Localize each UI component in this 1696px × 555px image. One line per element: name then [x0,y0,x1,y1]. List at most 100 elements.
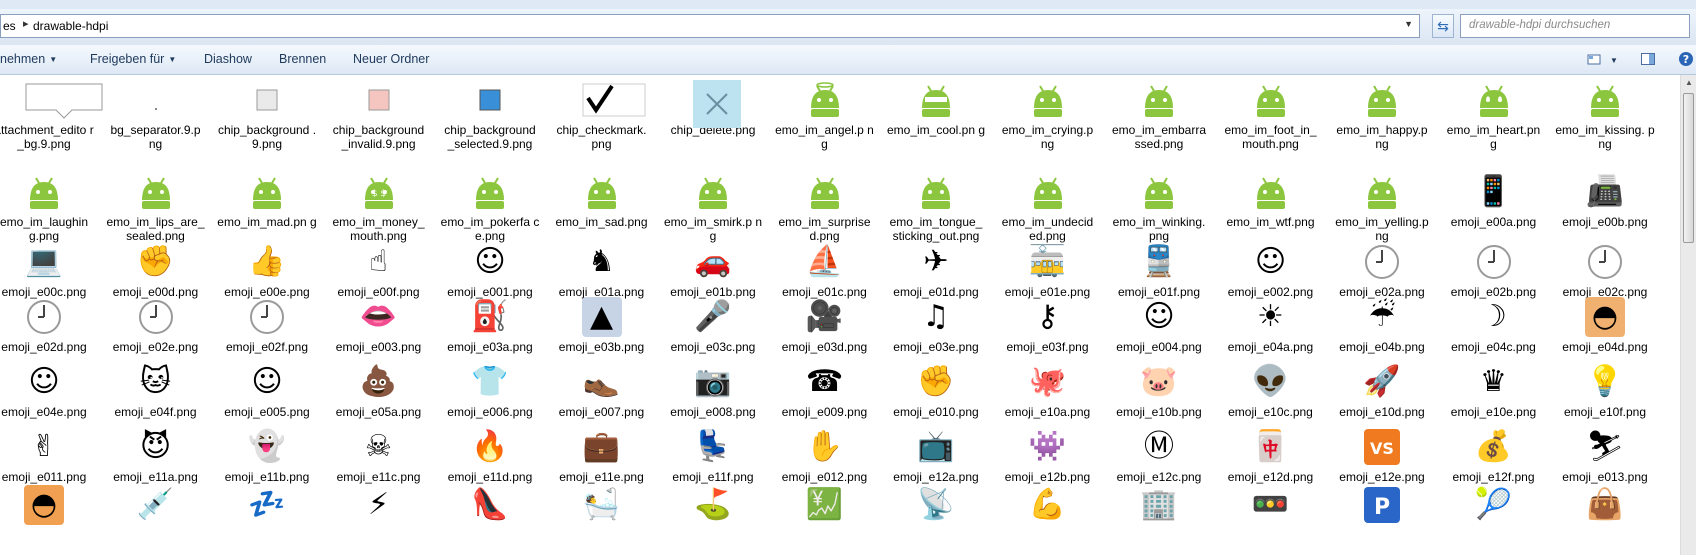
file-item[interactable]: chip_background _invalid.9.png [329,80,429,151]
file-item[interactable]: emo_im_angel.p ng [775,80,875,151]
file-item[interactable]: ☔ emoji_e04b.png [1332,297,1432,354]
file-item[interactable]: 👍 emoji_e00e.png [217,242,317,299]
file-item[interactable]: emo_im_crying.p ng [998,80,1098,151]
file-item[interactable]: 💉 [106,485,206,525]
new-folder-button[interactable]: Neuer Ordner [353,52,429,66]
file-item[interactable]: ⛵ emoji_e01c.png [775,242,875,299]
file-item[interactable]: emo_im_surprise d.png [775,172,875,243]
file-item[interactable]: 🐙 emoji_e10a.png [998,362,1098,419]
file-item[interactable]: ♫ emoji_e03e.png [886,297,986,354]
breadcrumb-prev[interactable]: es [3,19,16,33]
file-item[interactable]: ▲ emoji_e03b.png [552,297,652,354]
file-item[interactable]: emo_im_foot_in_ mouth.png [1221,80,1321,151]
file-item[interactable]: ✋ emoji_e012.png [775,427,875,484]
breadcrumb-current[interactable]: drawable-hdpi [33,19,108,33]
preview-pane-icon[interactable] [1640,51,1656,67]
file-item[interactable]: chip_background .9.png [217,80,317,151]
file-item[interactable]: ♞ emoji_e01a.png [552,242,652,299]
file-item[interactable]: emo_im_sad.png [552,172,652,229]
file-item[interactable]: emo_im_winking. png [1109,172,1209,243]
file-item[interactable]: ⛷ emoji_e013.png [1555,427,1655,484]
file-item[interactable]: emo_im_yelling.p ng [1332,172,1432,243]
file-item[interactable]: ☀ emoji_e04a.png [1221,297,1321,354]
file-item[interactable]: emoji_e02f.png [217,297,317,354]
file-item[interactable]: emo_im_heart.pn g [1444,80,1544,151]
file-item[interactable]: 🔥 emoji_e11d.png [440,427,540,484]
file-item[interactable]: 📡 [886,485,986,525]
file-item[interactable]: ☺ emoji_e002.png [1221,242,1321,299]
file-item[interactable]: 😈 emoji_e11a.png [106,427,206,484]
address-dropdown-icon[interactable]: ▼ [1404,19,1413,29]
burn-button[interactable]: Brennen [279,52,326,66]
breadcrumb-separator-icon[interactable]: ▸ [23,17,29,30]
file-item[interactable]: ◓ [0,485,94,525]
file-item[interactable]: 💹 [775,485,875,525]
file-item[interactable]: ◓ emoji_e04d.png [1555,297,1655,354]
file-item[interactable]: chip_checkmark. png [552,80,652,151]
file-item[interactable]: 💡 emoji_e10f.png [1555,362,1655,419]
share-menu[interactable]: Freigeben für ▼ [90,52,176,66]
file-item[interactable]: $ $ emo_im_money_ mouth.png [329,172,429,243]
file-item[interactable]: 📱 emoji_e00a.png [1444,172,1544,229]
file-item[interactable]: 💩 emoji_e05a.png [329,362,429,419]
file-item[interactable]: 🚆 emoji_e01f.png [1109,242,1209,299]
file-item[interactable]: emoji_e02a.png [1332,242,1432,299]
file-item[interactable]: 🐷 emoji_e10b.png [1109,362,1209,419]
file-item[interactable]: 📠 emoji_e00b.png [1555,172,1655,229]
file-item[interactable]: 📷 emoji_e008.png [663,362,763,419]
file-item[interactable]: 🚗 emoji_e01b.png [663,242,763,299]
file-item[interactable]: ☽ emoji_e04c.png [1444,297,1544,354]
file-item[interactable]: emo_im_laughin g.png [0,172,94,243]
file-item[interactable]: emo_im_mad.pn g [217,172,317,229]
file-item[interactable]: 👜 [1555,485,1655,525]
file-item[interactable]: emo_im_kissing. png [1555,80,1655,151]
file-item[interactable]: 🐱 emoji_e04f.png [106,362,206,419]
file-item[interactable]: emo_im_cool.pn g [886,80,986,137]
file-item[interactable]: emo_im_wtf.png [1221,172,1321,229]
file-item[interactable]: ☺ emoji_e001.png [440,242,540,299]
file-item[interactable]: bg_separator.9.p ng [106,80,206,151]
view-options-icon[interactable] [1586,51,1602,67]
file-item[interactable]: emo_im_tongue_ sticking_out.png [886,172,986,243]
organize-menu[interactable]: nehmen ▼ [0,52,57,66]
scrollbar-thumb[interactable] [1683,93,1694,243]
file-item[interactable]: 💼 emoji_e11e.png [552,427,652,484]
file-item[interactable]: 🎾 [1444,485,1544,525]
file-item[interactable]: ☎ emoji_e009.png [775,362,875,419]
file-item[interactable]: P [1332,485,1432,525]
file-item[interactable]: 🎤 emoji_e03c.png [663,297,763,354]
file-item[interactable]: VS emoji_e12e.png [1332,427,1432,484]
file-item[interactable]: chip_delete.png [663,80,763,137]
file-item[interactable]: Ⓜemoji_e12c.png [1109,427,1209,484]
file-item[interactable]: ☺ emoji_e005.png [217,362,317,419]
file-item[interactable]: ☠ emoji_e11c.png [329,427,429,484]
file-item[interactable]: 🚥 [1221,485,1321,525]
file-item[interactable]: 💤 [217,485,317,525]
file-item[interactable]: emo_im_smirk.p ng [663,172,763,243]
file-grid[interactable]: attachment_edito r_bg.9.png bg_separator.… [0,75,1680,555]
file-item[interactable]: emoji_e02d.png [0,297,94,354]
view-dropdown-icon[interactable]: ▼ [1610,56,1618,65]
file-item[interactable]: ✈ emoji_e01d.png [886,242,986,299]
file-item[interactable]: ✊ emoji_e010.png [886,362,986,419]
file-item[interactable]: ✌ emoji_e011.png [0,427,94,484]
file-item[interactable]: ✊ emoji_e00d.png [106,242,206,299]
file-item[interactable]: 👞 emoji_e007.png [552,362,652,419]
file-item[interactable]: 💪 [998,485,1098,525]
slideshow-button[interactable]: Diashow [204,52,252,66]
address-bar[interactable]: es ▸ drawable-hdpi ▼ [0,14,1420,38]
file-item[interactable]: emoji_e02b.png [1444,242,1544,299]
file-item[interactable]: 🚋 emoji_e01e.png [998,242,1098,299]
file-item[interactable]: emo_im_happy.p ng [1332,80,1432,151]
file-item[interactable]: ☺ emoji_e004.png [1109,297,1209,354]
file-item[interactable]: emoji_e02c.png [1555,242,1655,299]
file-item[interactable]: emoji_e02e.png [106,297,206,354]
refresh-button[interactable]: ⇆ [1432,14,1454,38]
file-item[interactable]: ⛳ [663,485,763,525]
file-item[interactable]: 👕 emoji_e006.png [440,362,540,419]
file-item[interactable]: 🏢 [1109,485,1209,525]
file-item[interactable]: 👾 emoji_e12b.png [998,427,1098,484]
file-item[interactable]: attachment_edito r_bg.9.png [0,80,103,151]
scroll-up-icon[interactable]: ▲ [1683,78,1695,90]
file-item[interactable]: emo_im_embarra ssed.png [1109,80,1209,151]
